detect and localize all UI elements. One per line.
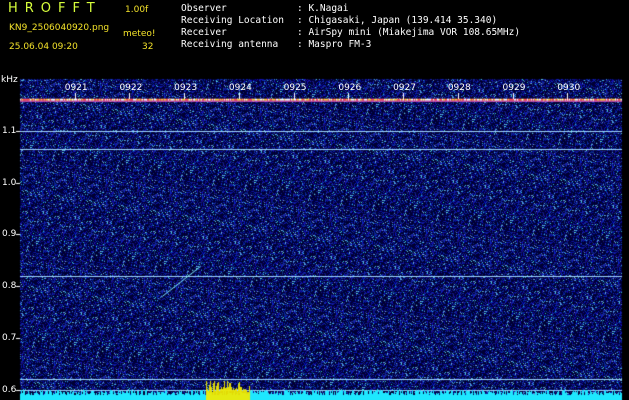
spectrogram-canvas (0, 0, 629, 400)
freq-tick-label: 0.6 (2, 384, 17, 395)
time-tick-label: 0930 (557, 83, 581, 93)
app-version: 1.00f (125, 5, 149, 15)
time-tick-label: 0923 (174, 83, 198, 93)
hrofft-window: HROFFT 1.00f KN9_2506040920.png meteo! 2… (0, 0, 629, 400)
app-title: HROFFT (8, 1, 102, 16)
time-tick-label: 0925 (283, 83, 307, 93)
time-tick-label: 0926 (338, 83, 362, 93)
filename: KN9_2506040920.png (9, 23, 110, 33)
info-value-receiver: : AirSpy mini (Miakejima VOR 108.65MHz) (297, 27, 521, 38)
info-label-receiver: Receiver (181, 27, 227, 38)
info-value-antenna: : Maspro FM-3 (297, 39, 372, 50)
info-label-observer: Observer (181, 3, 227, 14)
time-tick-label: 0927 (393, 83, 416, 93)
meteo-label: meteo! (123, 29, 156, 39)
info-label-location: Receiving Location (181, 15, 284, 26)
info-label-antenna: Receiving antenna (181, 39, 279, 50)
time-tick-label: 0922 (119, 83, 143, 93)
freq-tick-label: 1.1 (2, 125, 17, 136)
time-tick-label: 0928 (447, 83, 471, 93)
freq-tick-label: 0.7 (2, 332, 17, 343)
time-tick-label: 0921 (64, 83, 88, 93)
axis-label-khz: kHz (1, 75, 18, 85)
info-value-observer: : K.Nagai (297, 3, 349, 14)
meteor-count: 32 (142, 42, 154, 52)
info-value-location: : Chigasaki, Japan (139.414 35.340) (297, 15, 498, 26)
time-tick-label: 0924 (228, 83, 252, 93)
datetime: 25.06.04 09:20 (9, 42, 78, 52)
freq-tick-label: 0.8 (2, 281, 17, 292)
freq-tick-label: 1.0 (2, 177, 17, 188)
time-tick-label: 0929 (502, 83, 526, 93)
freq-tick-label: 0.9 (2, 229, 17, 240)
